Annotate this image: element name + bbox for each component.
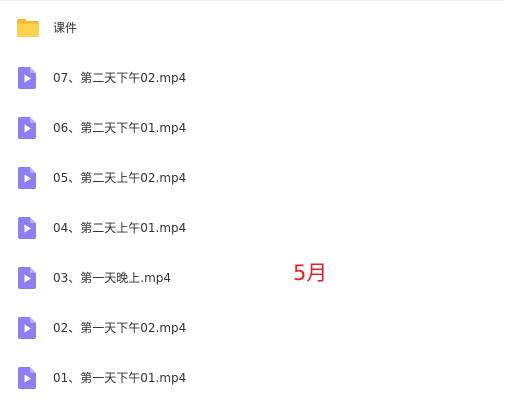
list-item-video[interactable]: 04、第二天上午01.mp4	[0, 208, 505, 248]
list-item-video[interactable]: 06、第二天下午01.mp4	[0, 108, 505, 148]
file-name: 07、第二天下午02.mp4	[53, 71, 187, 85]
list-item-video[interactable]: 05、第二天上午02.mp4	[0, 158, 505, 198]
folder-icon	[16, 16, 39, 40]
video-file-icon	[16, 66, 38, 90]
list-item-video[interactable]: 01、第一天下午01.mp4	[0, 358, 505, 398]
file-name: 03、第一天晚上.mp4	[53, 271, 172, 285]
list-item-video[interactable]: 02、第一天下午02.mp4	[0, 308, 505, 348]
month-annotation: 5月	[293, 261, 328, 285]
video-file-icon	[16, 266, 38, 290]
file-name: 02、第一天下午02.mp4	[53, 321, 187, 335]
file-name: 06、第二天下午01.mp4	[53, 121, 187, 135]
file-list: 课件 07、第二天下午02.mp4 06、第二天下午01.mp4 05、第二天上…	[0, 0, 505, 389]
video-file-icon	[16, 216, 38, 240]
list-item-video[interactable]: 03、第一天晚上.mp4	[0, 258, 505, 298]
file-name: 课件	[53, 21, 78, 35]
file-name: 04、第二天上午01.mp4	[53, 221, 187, 235]
file-name: 01、第一天下午01.mp4	[53, 371, 187, 385]
file-name: 05、第二天上午02.mp4	[53, 171, 187, 185]
list-item-folder[interactable]: 课件	[0, 8, 505, 48]
video-file-icon	[16, 366, 38, 390]
video-file-icon	[16, 166, 38, 190]
list-item-video[interactable]: 07、第二天下午02.mp4	[0, 58, 505, 98]
video-file-icon	[16, 316, 38, 340]
video-file-icon	[16, 116, 38, 140]
